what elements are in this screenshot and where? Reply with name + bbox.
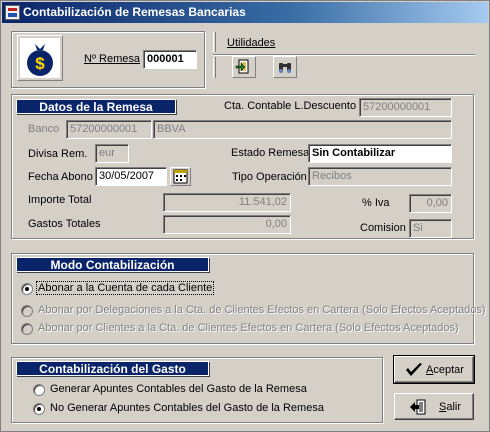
calendar-button[interactable] — [170, 167, 191, 186]
window-title: Contabilización de Remesas Bancarias — [23, 5, 246, 19]
remesa-label: Nº Remesa — [84, 53, 140, 65]
banco-label: Banco — [28, 123, 60, 135]
gastos-totales-field: 0,00 — [163, 215, 291, 234]
utilidades-label[interactable]: Utilidades — [227, 37, 275, 49]
estado-remesa-label: Estado Remesa — [231, 147, 310, 159]
toolbar-grip-2 — [213, 57, 216, 78]
utilidades-bar: Utilidades — [213, 32, 475, 55]
gasto-generar-radio[interactable] — [33, 384, 45, 396]
modo-option-cliente-radio[interactable] — [21, 283, 33, 295]
title-bar[interactable]: Contabilización de Remesas Bancarias — [2, 2, 488, 23]
importe-total-field: 11.541,02 — [163, 193, 291, 212]
gasto-title: Contabilización del Gasto — [16, 361, 209, 376]
cta-contable-label: Cta. Contable L.Descuento — [224, 100, 357, 112]
main-window: Contabilización de Remesas Bancarias $ N… — [0, 0, 490, 432]
modo-option-clientes-cartera-label[interactable]: Abonar por Clientes a la Cta. de Cliente… — [38, 322, 459, 334]
divisa-field: eur — [95, 144, 129, 163]
exit-door-icon — [410, 399, 426, 415]
modo-contabilizacion-title: Modo Contabilización — [16, 257, 209, 272]
comision-label: Comision — [360, 222, 406, 234]
calendar-icon — [173, 169, 188, 184]
cta-contable-field: 57200000001 — [359, 98, 452, 117]
iva-label: % Iva — [362, 197, 390, 209]
svg-text:$: $ — [35, 54, 45, 73]
iva-field: 0,00 — [409, 194, 452, 213]
importe-total-label: Importe Total — [28, 194, 92, 206]
aceptar-button[interactable]: Aceptar — [393, 355, 475, 384]
salir-button[interactable]: Salir — [394, 393, 474, 420]
search-button[interactable] — [273, 56, 297, 78]
fecha-abono-label: Fecha Abono — [28, 171, 93, 183]
tipo-operacion-label: Tipo Operación — [232, 171, 307, 183]
estado-remesa-field: Sin Contabilizar — [308, 144, 452, 163]
tipo-operacion-field: Recibos — [308, 167, 452, 186]
binoculars-search-icon — [279, 63, 291, 73]
salir-label: Salir — [439, 401, 462, 413]
fecha-abono-field[interactable]: 30/05/2007 — [95, 167, 167, 186]
comision-field: Si — [409, 219, 452, 238]
divisa-label: Divisa Rem. — [28, 148, 88, 160]
export-report-button[interactable] — [232, 56, 256, 78]
gasto-no-generar-label[interactable]: No Generar Apuntes Contables del Gasto d… — [50, 402, 324, 414]
export-report-icon — [235, 59, 249, 74]
gasto-no-generar-radio[interactable] — [33, 403, 45, 415]
app-window-icon — [5, 5, 20, 20]
banco-code-field: 57200000001 — [66, 120, 152, 139]
datos-remesa-title: Datos de la Remesa — [16, 99, 176, 114]
banco-name-field: BBVA — [153, 120, 452, 139]
modo-option-clientes-cartera-radio[interactable] — [21, 323, 33, 335]
toolbar-grip — [213, 32, 216, 52]
gastos-totales-label: Gastos Totales — [28, 218, 101, 230]
remesa-number-field[interactable]: 000001 — [143, 50, 197, 69]
modo-option-delegaciones-radio[interactable] — [21, 305, 33, 317]
aceptar-label: Aceptar — [426, 364, 464, 376]
money-bag-icon: $ — [17, 35, 63, 81]
modo-option-delegaciones-label[interactable]: Abonar por Delegaciones a la Cta. de Cli… — [38, 304, 486, 316]
checkmark-icon — [406, 363, 422, 376]
header-panel: $ Nº Remesa 000001 — [11, 31, 205, 88]
gasto-generar-label[interactable]: Generar Apuntes Contables del Gasto de l… — [50, 383, 307, 395]
modo-option-cliente-label[interactable]: Abonar a la Cuenta de cada Cliente — [35, 281, 215, 295]
